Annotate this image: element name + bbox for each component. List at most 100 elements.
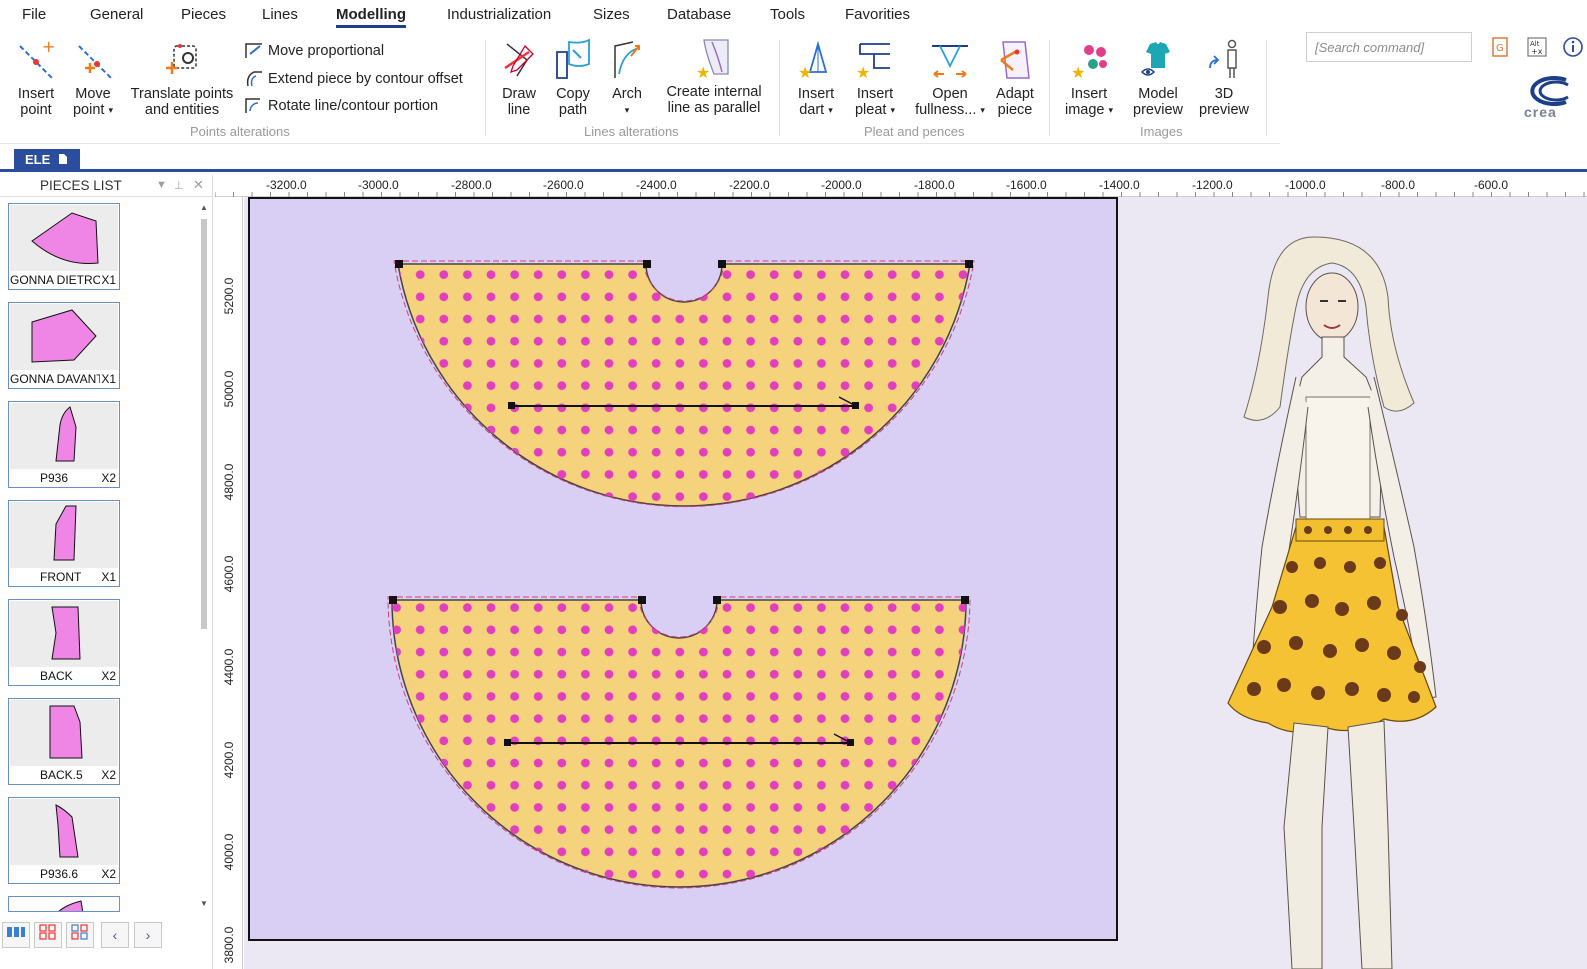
piece-name: P936.6 bbox=[40, 867, 79, 881]
insert-point-button[interactable]: + Insert point bbox=[10, 38, 62, 118]
piece-thumbnail bbox=[10, 799, 118, 865]
insert-point-label-1: Insert bbox=[17, 86, 55, 102]
menu-industrialization[interactable]: Industrialization bbox=[447, 6, 551, 23]
rotate-line-button[interactable]: Rotate line/contour portion bbox=[244, 97, 438, 115]
document-tab-label: ELE bbox=[25, 152, 51, 167]
insert-dart-button[interactable]: ★ Insert dart ▾ bbox=[790, 40, 842, 118]
3d-preview-button[interactable]: 3D preview bbox=[1194, 38, 1254, 118]
piece-shape-icon bbox=[31, 212, 99, 265]
skirt-piece-top[interactable] bbox=[393, 260, 975, 508]
draw-line-button[interactable]: Draw line bbox=[494, 38, 544, 118]
chevron-left-icon: ‹ bbox=[112, 927, 118, 943]
piece-name: BACK.5 bbox=[40, 768, 83, 782]
menu-favorities[interactable]: Favorities bbox=[845, 6, 910, 23]
draw-line-label-2: line bbox=[507, 102, 531, 118]
model-preview-label-1: Model bbox=[1138, 86, 1178, 102]
rotate-line-icon bbox=[245, 98, 260, 113]
scroll-up-icon[interactable]: ▲ bbox=[200, 203, 208, 212]
piece-card[interactable]: P936 X2 bbox=[8, 401, 120, 488]
scrollbar-thumb[interactable] bbox=[201, 219, 207, 629]
copy-path-button[interactable]: Copy path bbox=[550, 38, 596, 118]
piece-thumbnail bbox=[10, 502, 118, 568]
model-preview-button[interactable]: Model preview bbox=[1128, 38, 1188, 118]
insert-pleat-button[interactable]: ★ Insert pleat ▾ bbox=[848, 40, 902, 118]
extend-piece-icon bbox=[246, 71, 262, 87]
chevron-down-icon: ▾ bbox=[624, 105, 630, 116]
translate-points-button[interactable]: Translate points and entities bbox=[128, 38, 236, 118]
piece-shape-icon bbox=[58, 900, 84, 911]
skirt-piece-bottom[interactable] bbox=[387, 596, 971, 889]
canvas-drawing bbox=[387, 236, 1437, 969]
chevron-down-icon: ▾ bbox=[890, 105, 895, 116]
drawing-canvas[interactable] bbox=[244, 197, 1587, 969]
info-icon[interactable] bbox=[1562, 36, 1584, 58]
open-fullness-label-1: Open bbox=[932, 86, 968, 102]
arch-button[interactable]: Arch ▾ bbox=[606, 38, 648, 118]
ruler-label: 4200.0 bbox=[222, 741, 236, 779]
piece-thumbnail bbox=[10, 601, 118, 667]
move-proportional-icon bbox=[245, 43, 262, 58]
menu-database[interactable]: Database bbox=[667, 6, 731, 23]
menu-general[interactable]: General bbox=[90, 6, 143, 23]
menu-sizes[interactable]: Sizes bbox=[593, 6, 630, 23]
pieces-view-button[interactable] bbox=[34, 922, 62, 948]
crea-logo-text: crea bbox=[1524, 104, 1557, 120]
document-tab-strip: ELE bbox=[0, 144, 1587, 172]
adapt-piece-button[interactable]: Adapt piece bbox=[990, 38, 1040, 118]
piece-card[interactable]: BACK.5 X2 bbox=[8, 698, 120, 785]
move-proportional-button[interactable]: Move proportional bbox=[244, 42, 384, 60]
create-internal-label-2: line as parallel bbox=[667, 100, 761, 116]
piece-qty: X2 bbox=[101, 669, 116, 683]
piece-card[interactable]: GONNA DAVANTI X1 bbox=[8, 302, 120, 389]
menu-tools[interactable]: Tools bbox=[770, 6, 805, 23]
3d-preview-label-2: preview bbox=[1199, 102, 1249, 118]
piece-card[interactable]: P936.6 X2 bbox=[8, 797, 120, 884]
svg-text:+x: +x bbox=[1531, 47, 1543, 56]
next-piece-button[interactable]: › bbox=[134, 922, 162, 948]
ruler-label: -2000.0 bbox=[821, 178, 862, 192]
chevron-right-icon: › bbox=[145, 927, 151, 943]
horizontal-ruler: -3200.0 -3000.0 -2800.0 -2600.0 -2400.0 … bbox=[215, 175, 1587, 197]
menu-modelling[interactable]: Modelling bbox=[336, 6, 406, 28]
move-point-button[interactable]: Move point ▾ bbox=[66, 38, 120, 118]
insert-image-button[interactable]: ★ Insert image ▾ bbox=[1058, 40, 1120, 118]
vertical-ruler: 5200.0 5000.0 4800.0 4600.0 4400.0 4200.… bbox=[215, 197, 243, 969]
rotate-line-label: Rotate line/contour portion bbox=[268, 98, 439, 114]
group-divider bbox=[779, 40, 780, 136]
translate-points-icon bbox=[166, 44, 197, 74]
calculator-icon[interactable]: Alt+x bbox=[1526, 36, 1548, 58]
group-divider bbox=[485, 40, 486, 136]
ruler-label: 4400.0 bbox=[222, 648, 236, 686]
document-tab-ele[interactable]: ELE bbox=[14, 149, 80, 171]
report-icon[interactable]: G bbox=[1489, 36, 1511, 58]
pieces-scrollbar[interactable]: ▲ ▼ bbox=[199, 203, 209, 908]
close-icon[interactable]: ✕ bbox=[193, 177, 204, 193]
chevron-down-icon: ▾ bbox=[1108, 105, 1114, 116]
create-internal-line-button[interactable]: ★ Create internal line as parallel bbox=[660, 38, 768, 116]
piece-qty: X1 bbox=[101, 273, 116, 287]
menu-lines[interactable]: Lines bbox=[262, 6, 298, 23]
menu-pieces[interactable]: Pieces bbox=[181, 6, 226, 23]
piece-card[interactable]: BACK X2 bbox=[8, 599, 120, 686]
piece-card[interactable] bbox=[8, 896, 120, 912]
pin-icon[interactable]: ⊥ bbox=[174, 179, 184, 192]
piece-card[interactable]: FRONT X1 bbox=[8, 500, 120, 587]
search-command-input[interactable]: [Search command] bbox=[1306, 32, 1472, 62]
open-fullness-icon bbox=[932, 45, 968, 78]
show-all-pieces-button[interactable] bbox=[2, 922, 30, 948]
open-fullness-button[interactable]: Open fullness... ▾ bbox=[912, 40, 988, 118]
svg-text:★: ★ bbox=[1071, 63, 1085, 82]
previous-piece-button[interactable]: ‹ bbox=[101, 922, 129, 948]
adapt-piece-label-2: piece bbox=[997, 102, 1033, 118]
menu-file[interactable]: File bbox=[22, 6, 46, 23]
pieces-list-header: PIECES LIST ▼ ⊥ ✕ bbox=[0, 175, 212, 197]
ruler-label: -3200.0 bbox=[266, 178, 307, 192]
arch-icon bbox=[614, 41, 640, 78]
pieces-sizes-button[interactable] bbox=[66, 922, 94, 948]
extend-piece-button[interactable]: Extend piece by contour offset bbox=[244, 70, 463, 88]
scroll-down-icon[interactable]: ▼ bbox=[200, 899, 208, 908]
dropdown-icon[interactable]: ▼ bbox=[156, 179, 167, 191]
piece-card[interactable]: GONNA DIETRO X1 bbox=[8, 203, 120, 290]
adapt-piece-icon bbox=[1000, 41, 1030, 79]
points-alterations-group-label: Points alterations bbox=[190, 124, 290, 139]
